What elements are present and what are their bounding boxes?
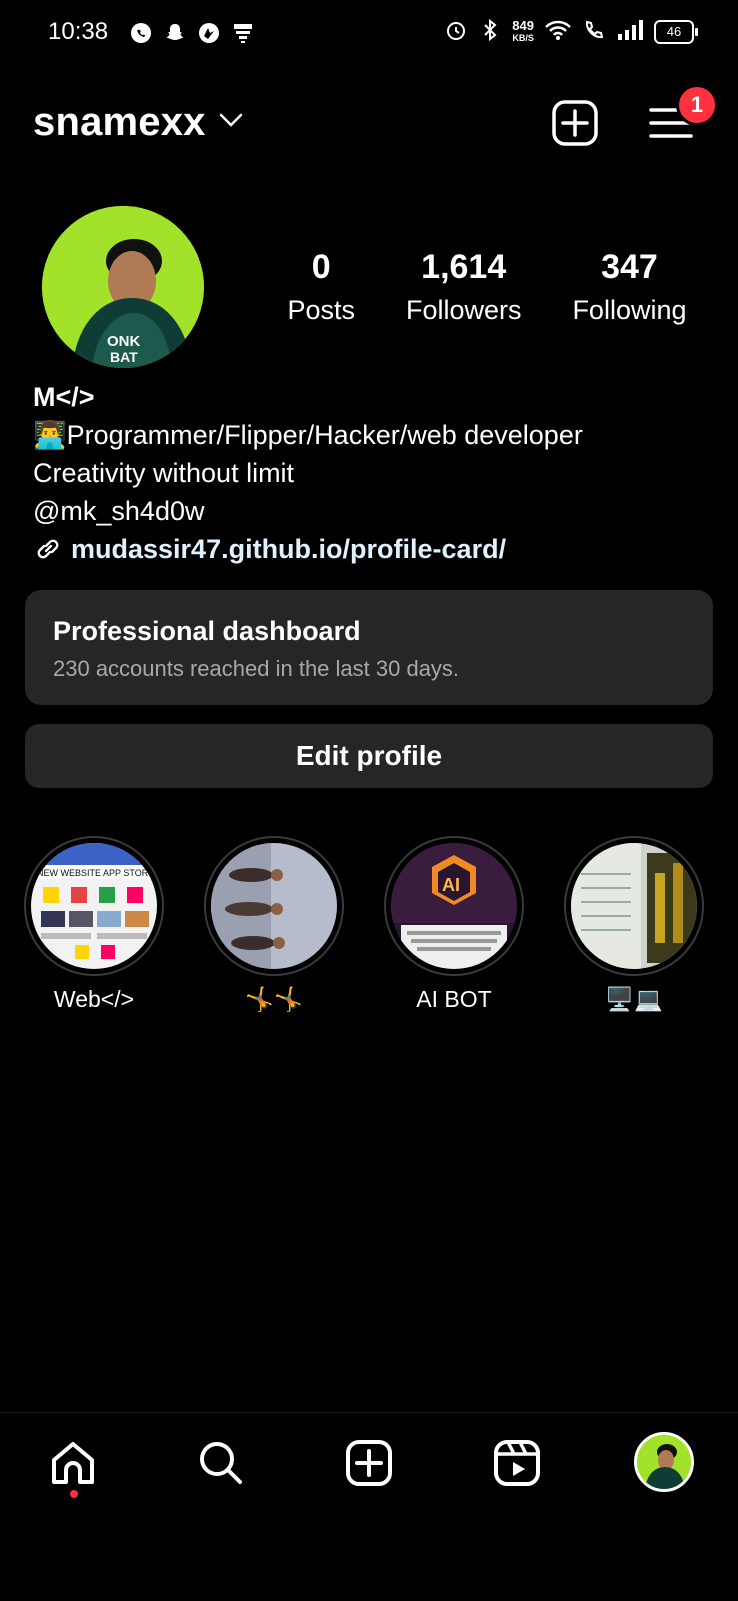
profile-photo-small (637, 1435, 691, 1489)
status-bar: 10:38 849 KB/S 46 (0, 0, 738, 66)
bio-mention[interactable]: @mk_sh4d0w (33, 492, 583, 530)
browser-icon (196, 20, 222, 46)
net-speed: 849 KB/S (512, 17, 534, 44)
highlight-label: AI BOT (416, 986, 492, 1012)
status-time: 10:38 (48, 18, 109, 45)
stat-label: Posts (287, 295, 355, 325)
stat-value: 347 (601, 248, 658, 286)
edit-profile-button[interactable]: Edit profile (25, 724, 713, 788)
username: snamexx (33, 100, 206, 144)
highlight-cover (211, 843, 337, 969)
call-icon (582, 18, 606, 45)
highlight-item[interactable]: NEW WEBSITE APP STORE Web</> (24, 836, 164, 1013)
svg-text:AI: AI (442, 875, 460, 895)
profile-bio: M</> 👨‍💻Programmer/Flipper/Hacker/web de… (33, 378, 583, 568)
profile-stats: 0 Posts 1,614 Followers 347 Following (262, 248, 712, 326)
notification-badge: 1 (676, 84, 718, 126)
dashboard-title: Professional dashboard (53, 616, 361, 646)
svg-text:NEW WEBSITE APP STORE: NEW WEBSITE APP STORE (37, 868, 154, 878)
highlight-ring (564, 836, 704, 976)
alarm-icon (444, 18, 468, 45)
bio-line: Creativity without limit (33, 458, 295, 488)
bio-line: 👨‍💻Programmer/Flipper/Hacker/web develop… (33, 420, 583, 450)
svg-text:ONK: ONK (107, 333, 141, 350)
highlight-cover: NEW WEBSITE APP STORE (31, 843, 157, 969)
stat-following[interactable]: 347 Following (572, 248, 686, 326)
battery-indicator: 46 (654, 19, 698, 44)
stat-followers[interactable]: 1,614 Followers (406, 248, 522, 326)
search-icon (200, 1442, 242, 1484)
bluetooth-icon (478, 18, 502, 45)
create-new-button[interactable] (552, 100, 598, 146)
screen-icon (230, 20, 256, 46)
nav-home[interactable] (46, 1436, 100, 1490)
stat-value: 0 (311, 248, 331, 286)
bio-link[interactable]: mudassir47.github.io/profile-card/ (33, 530, 583, 568)
professional-dashboard-card[interactable]: Professional dashboard 230 accounts reac… (25, 590, 713, 705)
highlight-ring: AI (384, 836, 524, 976)
net-speed-value: 849 (512, 17, 534, 33)
highlight-label: 🤸🤸 (245, 986, 303, 1012)
highlight-item[interactable]: AI AI BOT (384, 836, 524, 1013)
highlight-ring: NEW WEBSITE APP STORE (24, 836, 164, 976)
dashboard-subtitle: 230 accounts reached in the last 30 days… (53, 656, 460, 681)
home-icon (52, 1442, 94, 1484)
stat-label: Followers (405, 295, 522, 325)
stat-value: 1,614 (421, 248, 507, 286)
profile-avatar[interactable]: ONK BAT (42, 206, 204, 368)
stat-label: Following (572, 295, 687, 325)
highlight-ring (204, 836, 344, 976)
create-icon (346, 1440, 392, 1486)
nav-reels[interactable] (490, 1436, 544, 1490)
highlight-label: Web</> (53, 986, 135, 1012)
reels-icon (494, 1440, 540, 1486)
whatsapp-icon (128, 20, 154, 46)
bio-link-text: mudassir47.github.io/profile-card/ (71, 534, 507, 564)
link-icon (37, 539, 59, 559)
stat-posts[interactable]: 0 Posts (287, 248, 355, 326)
nav-create[interactable] (342, 1436, 396, 1490)
display-name: M</> (33, 382, 95, 412)
nav-search[interactable] (194, 1436, 248, 1490)
highlight-cover: AI (391, 843, 517, 969)
net-speed-unit: KB/S (512, 32, 534, 43)
highlight-item[interactable]: 🖥️💻 (564, 836, 704, 1013)
highlight-label: 🖥️💻 (605, 986, 663, 1012)
chevron-down-icon (218, 111, 244, 134)
signal-icon (616, 18, 644, 45)
status-system-icons: 849 KB/S 46 (444, 17, 698, 45)
nav-profile-avatar[interactable] (634, 1432, 694, 1492)
account-switcher[interactable]: snamexx (33, 100, 244, 145)
plus-square-icon (552, 100, 598, 146)
home-notification-dot (70, 1490, 78, 1498)
snapchat-icon (162, 20, 188, 46)
status-notification-icons (128, 20, 256, 46)
profile-photo: ONK BAT (42, 206, 204, 368)
svg-text:BAT: BAT (110, 349, 138, 365)
highlight-cover (571, 843, 697, 969)
highlight-item[interactable]: 🤸🤸 (204, 836, 344, 1013)
wifi-icon (544, 18, 572, 45)
